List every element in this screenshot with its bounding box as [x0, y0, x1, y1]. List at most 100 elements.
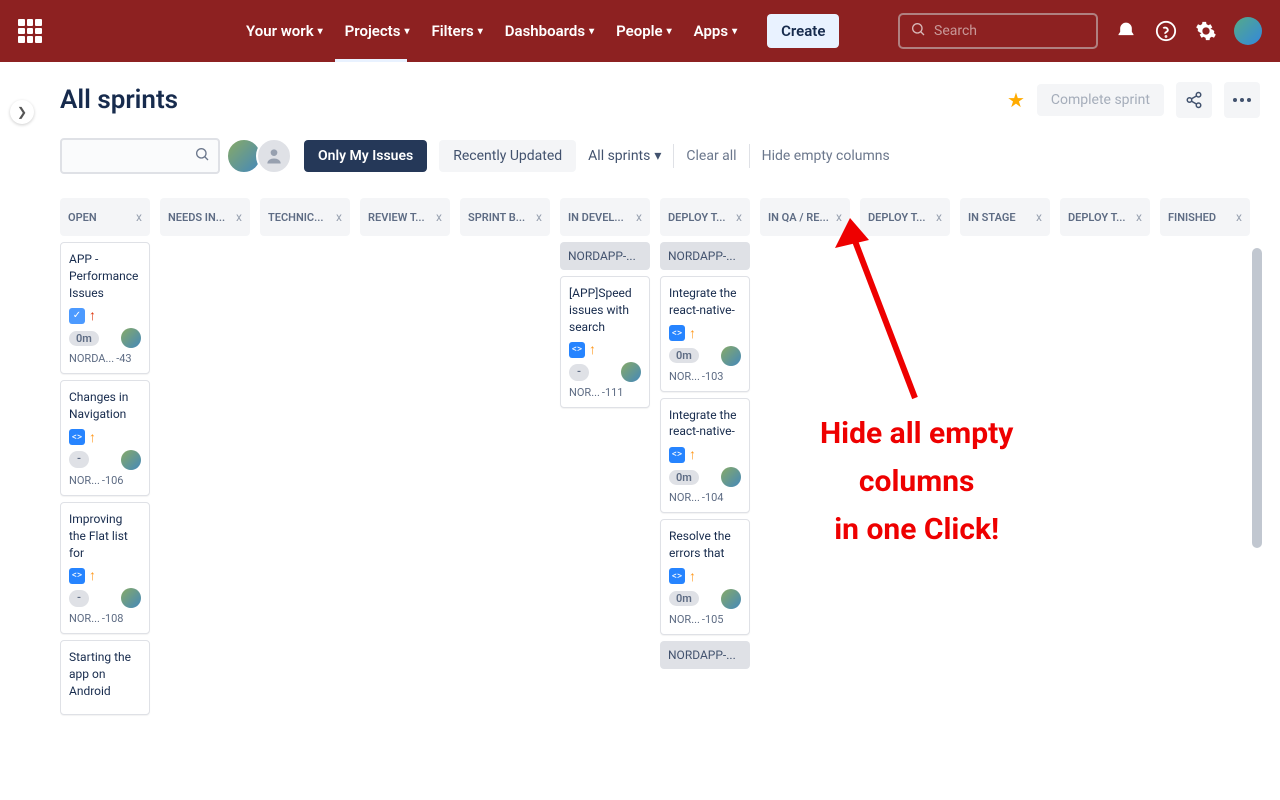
card[interactable]: Integrate the react-native- <>↑ 0m NOR..…: [660, 398, 750, 514]
estimate-badge: -: [569, 364, 589, 381]
card[interactable]: Resolve the errors that <>↑ 0m NOR...-10…: [660, 519, 750, 635]
estimate-badge: -: [69, 451, 89, 468]
assignee-avatars[interactable]: [232, 138, 292, 174]
search-input[interactable]: [934, 23, 1086, 39]
card-key: NOR...-104: [669, 491, 741, 504]
close-icon[interactable]: x: [1136, 210, 1142, 224]
nav-apps[interactable]: Apps▾: [694, 22, 737, 40]
create-button[interactable]: Create: [767, 14, 839, 48]
board-search[interactable]: [60, 138, 220, 174]
board-toolbar: Only My Issues Recently Updated All spri…: [60, 138, 1260, 174]
only-my-issues-button[interactable]: Only My Issues: [304, 140, 427, 172]
assignee-avatar: [121, 450, 141, 470]
nav-people[interactable]: People▾: [616, 22, 672, 40]
settings-icon[interactable]: [1194, 19, 1218, 43]
card[interactable]: Changes in Navigation <>↑ - NOR...-106: [60, 380, 150, 496]
estimate-badge: 0m: [669, 348, 699, 363]
clear-all-button[interactable]: Clear all: [686, 148, 736, 164]
page-title: All sprints: [60, 85, 178, 115]
kanban-board: OPENx APP - Performance Issues ✓↑ 0m NOR…: [60, 198, 1260, 731]
card-title: Resolve the errors that: [669, 528, 741, 562]
sprint-filter-dropdown[interactable]: All sprints▾: [588, 148, 661, 164]
close-icon[interactable]: x: [236, 210, 242, 224]
notifications-icon[interactable]: [1114, 19, 1138, 43]
card-title: Changes in Navigation: [69, 389, 141, 423]
nav-active-underline: [335, 59, 407, 62]
user-avatar[interactable]: [1234, 17, 1262, 45]
estimate-badge: 0m: [669, 470, 699, 485]
nav-projects[interactable]: Projects▾: [345, 22, 410, 40]
close-icon[interactable]: x: [136, 210, 142, 224]
priority-icon: ↑: [689, 446, 696, 463]
priority-icon: ↑: [89, 307, 96, 324]
card[interactable]: APP - Performance Issues ✓↑ 0m NORDA...-…: [60, 242, 150, 374]
close-icon[interactable]: x: [936, 210, 942, 224]
column-header[interactable]: REVIEW T...x: [360, 198, 450, 236]
nav-filters[interactable]: Filters▾: [431, 22, 482, 40]
close-icon[interactable]: x: [336, 210, 342, 224]
card[interactable]: Starting the app on Android: [60, 640, 150, 714]
column-header[interactable]: TECHNIC...x: [260, 198, 350, 236]
column-header[interactable]: SPRINT B...x: [460, 198, 550, 236]
close-icon[interactable]: x: [436, 210, 442, 224]
column-header[interactable]: DEPLOY T...x: [660, 198, 750, 236]
divider: [673, 144, 674, 168]
task-type-icon: <>: [669, 325, 685, 341]
column-deploy-to-3: DEPLOY T...x: [1060, 198, 1150, 721]
assignee-avatar: [721, 346, 741, 366]
swimlane-header[interactable]: NORDAPP-...: [560, 242, 650, 270]
nav-dashboards[interactable]: Dashboards▾: [505, 22, 594, 40]
more-button[interactable]: [1224, 82, 1260, 118]
complete-sprint-button[interactable]: Complete sprint: [1037, 84, 1164, 116]
star-icon[interactable]: ★: [1007, 88, 1025, 112]
column-header[interactable]: NEEDS IN...x: [160, 198, 250, 236]
avatar-unassigned[interactable]: [256, 138, 292, 174]
annotation-text: Hide all empty columns in one Click!: [820, 410, 1013, 554]
share-button[interactable]: [1176, 82, 1212, 118]
task-type-icon: <>: [569, 342, 585, 358]
task-type-icon: <>: [69, 429, 85, 445]
column-technical: TECHNIC...x: [260, 198, 350, 721]
task-type-icon: <>: [669, 447, 685, 463]
card-title: APP - Performance Issues: [69, 251, 141, 301]
assignee-avatar: [721, 467, 741, 487]
hide-empty-columns-button[interactable]: Hide empty columns: [762, 148, 890, 164]
recently-updated-button[interactable]: Recently Updated: [439, 140, 576, 172]
column-header[interactable]: FINISHEDx: [1160, 198, 1250, 236]
swimlane-header[interactable]: NORDAPP-...: [660, 641, 750, 669]
close-icon[interactable]: x: [1236, 210, 1242, 224]
task-type-icon: <>: [669, 568, 685, 584]
column-in-development: IN DEVEL...x NORDAPP-... [APP]Speed issu…: [560, 198, 650, 721]
priority-icon: ↑: [589, 341, 596, 358]
global-search[interactable]: [898, 13, 1098, 49]
nav-your-work[interactable]: Your work▾: [246, 22, 323, 40]
close-icon[interactable]: x: [1036, 210, 1042, 224]
assignee-avatar: [721, 589, 741, 609]
column-header[interactable]: OPENx: [60, 198, 150, 236]
close-icon[interactable]: x: [536, 210, 542, 224]
card[interactable]: Integrate the react-native- <>↑ 0m NOR..…: [660, 276, 750, 392]
sidebar-expand-button[interactable]: ❯: [10, 100, 34, 124]
column-review: REVIEW T...x: [360, 198, 450, 721]
app-switcher-icon[interactable]: [18, 19, 42, 43]
task-type-icon: <>: [69, 568, 85, 584]
topbar-right: [898, 13, 1262, 49]
close-icon[interactable]: x: [636, 210, 642, 224]
page-header: All sprints ★ Complete sprint: [60, 82, 1260, 118]
close-icon[interactable]: x: [736, 210, 742, 224]
vertical-scrollbar[interactable]: [1252, 248, 1262, 548]
column-header[interactable]: IN STAGEx: [960, 198, 1050, 236]
help-icon[interactable]: [1154, 19, 1178, 43]
assignee-avatar: [121, 588, 141, 608]
estimate-badge: 0m: [69, 331, 99, 346]
column-header[interactable]: DEPLOY T...x: [1060, 198, 1150, 236]
card[interactable]: [APP]Speed issues with search <>↑ - NOR.…: [560, 276, 650, 408]
card-title: [APP]Speed issues with search: [569, 285, 641, 335]
board-search-input[interactable]: [70, 149, 194, 164]
card-key: NORDA...-43: [69, 352, 141, 365]
estimate-badge: 0m: [669, 591, 699, 606]
card[interactable]: Improving the Flat list for <>↑ - NOR...…: [60, 502, 150, 634]
swimlane-header[interactable]: NORDAPP-...: [660, 242, 750, 270]
card-key: NOR...-111: [569, 386, 641, 399]
column-header[interactable]: IN DEVEL...x: [560, 198, 650, 236]
